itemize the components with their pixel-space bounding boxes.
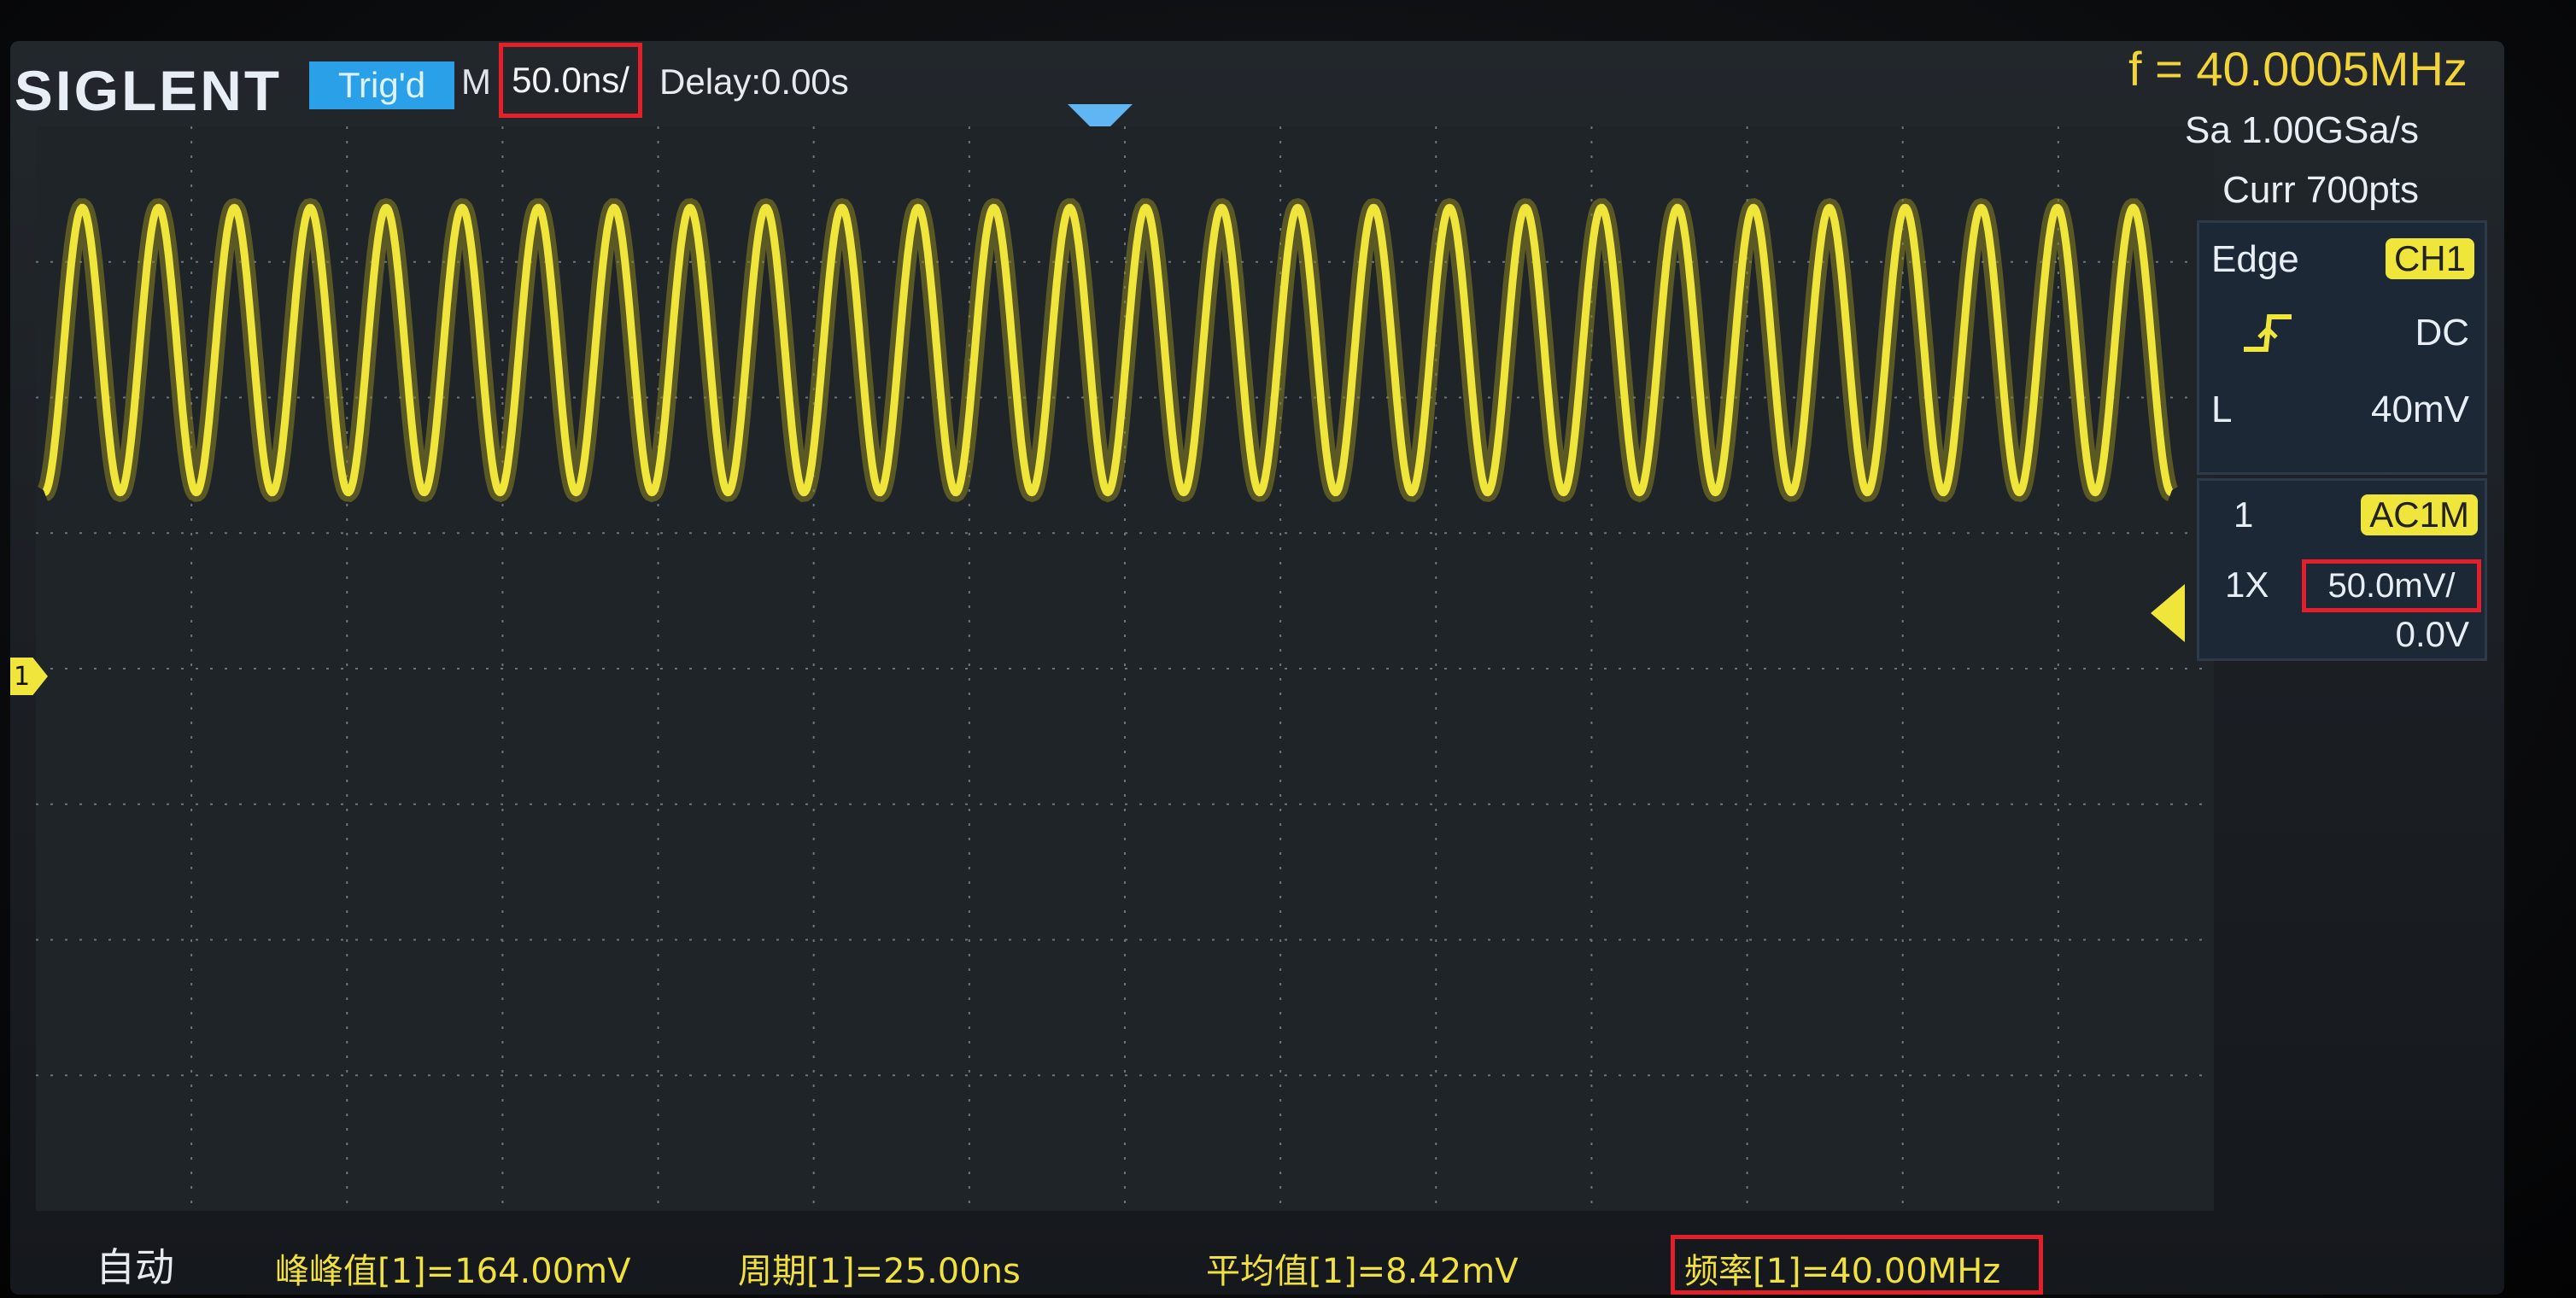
channel1-panel[interactable]: 1 AC1M 1X 50.0mV/ 0.0V <box>2197 478 2487 661</box>
brand-logo: SIGLENT <box>14 59 283 122</box>
delay-readout: Delay:0.00s <box>659 61 849 102</box>
measurement-mean: 平均值[1]=8.42mV <box>1206 1252 1519 1291</box>
trigger-level-label: L <box>2211 389 2233 430</box>
acquisition-mode: 自动 <box>96 1244 174 1290</box>
trigger-level-marker-icon[interactable] <box>2151 584 2185 642</box>
timebase-prefix: M <box>461 61 491 102</box>
measurement-frequency: 频率[1]=40.00MHz <box>1684 1252 2001 1291</box>
trigger-status-badge: Trig'd <box>309 61 454 109</box>
trigger-source-chip: CH1 <box>2385 238 2474 279</box>
channel1-probe: 1X <box>2225 564 2269 605</box>
trigger-source: CH1 <box>2385 238 2474 279</box>
waveform-graticule <box>36 126 2214 1211</box>
frequency-counter: f = 40.0005MHz <box>2128 42 2468 96</box>
timebase-value[interactable]: 50.0ns/ <box>499 43 642 118</box>
rising-edge-icon <box>2242 312 2293 359</box>
channel1-coupling-chip: AC1M <box>2361 494 2478 535</box>
channel1-marker-label: 1 <box>14 661 31 692</box>
channel1-scale[interactable]: 50.0mV/ <box>2302 559 2481 612</box>
memory-depth: Curr 700pts <box>2222 169 2419 211</box>
trigger-panel[interactable]: Edge CH1 DC L 40mV <box>2197 220 2487 475</box>
channel1-number: 1 <box>2234 494 2254 535</box>
channel1-offset: 0.0V <box>2395 614 2469 654</box>
trigger-coupling: DC <box>2415 312 2469 354</box>
sample-rate: Sa 1.00GSa/s <box>2185 109 2419 151</box>
trigger-type: Edge <box>2211 238 2299 280</box>
oscilloscope-screen: SIGLENT Trig'd M 50.0ns/ Delay:0.00s f =… <box>10 41 2504 1295</box>
channel1-coupling: AC1M <box>2361 494 2478 535</box>
graticule-svg <box>36 126 2214 1211</box>
measurement-peak-to-peak: 峰峰值[1]=164.00mV <box>275 1252 631 1291</box>
trigger-level: 40mV <box>2371 389 2469 430</box>
measurement-period: 周期[1]=25.00ns <box>738 1252 1021 1291</box>
